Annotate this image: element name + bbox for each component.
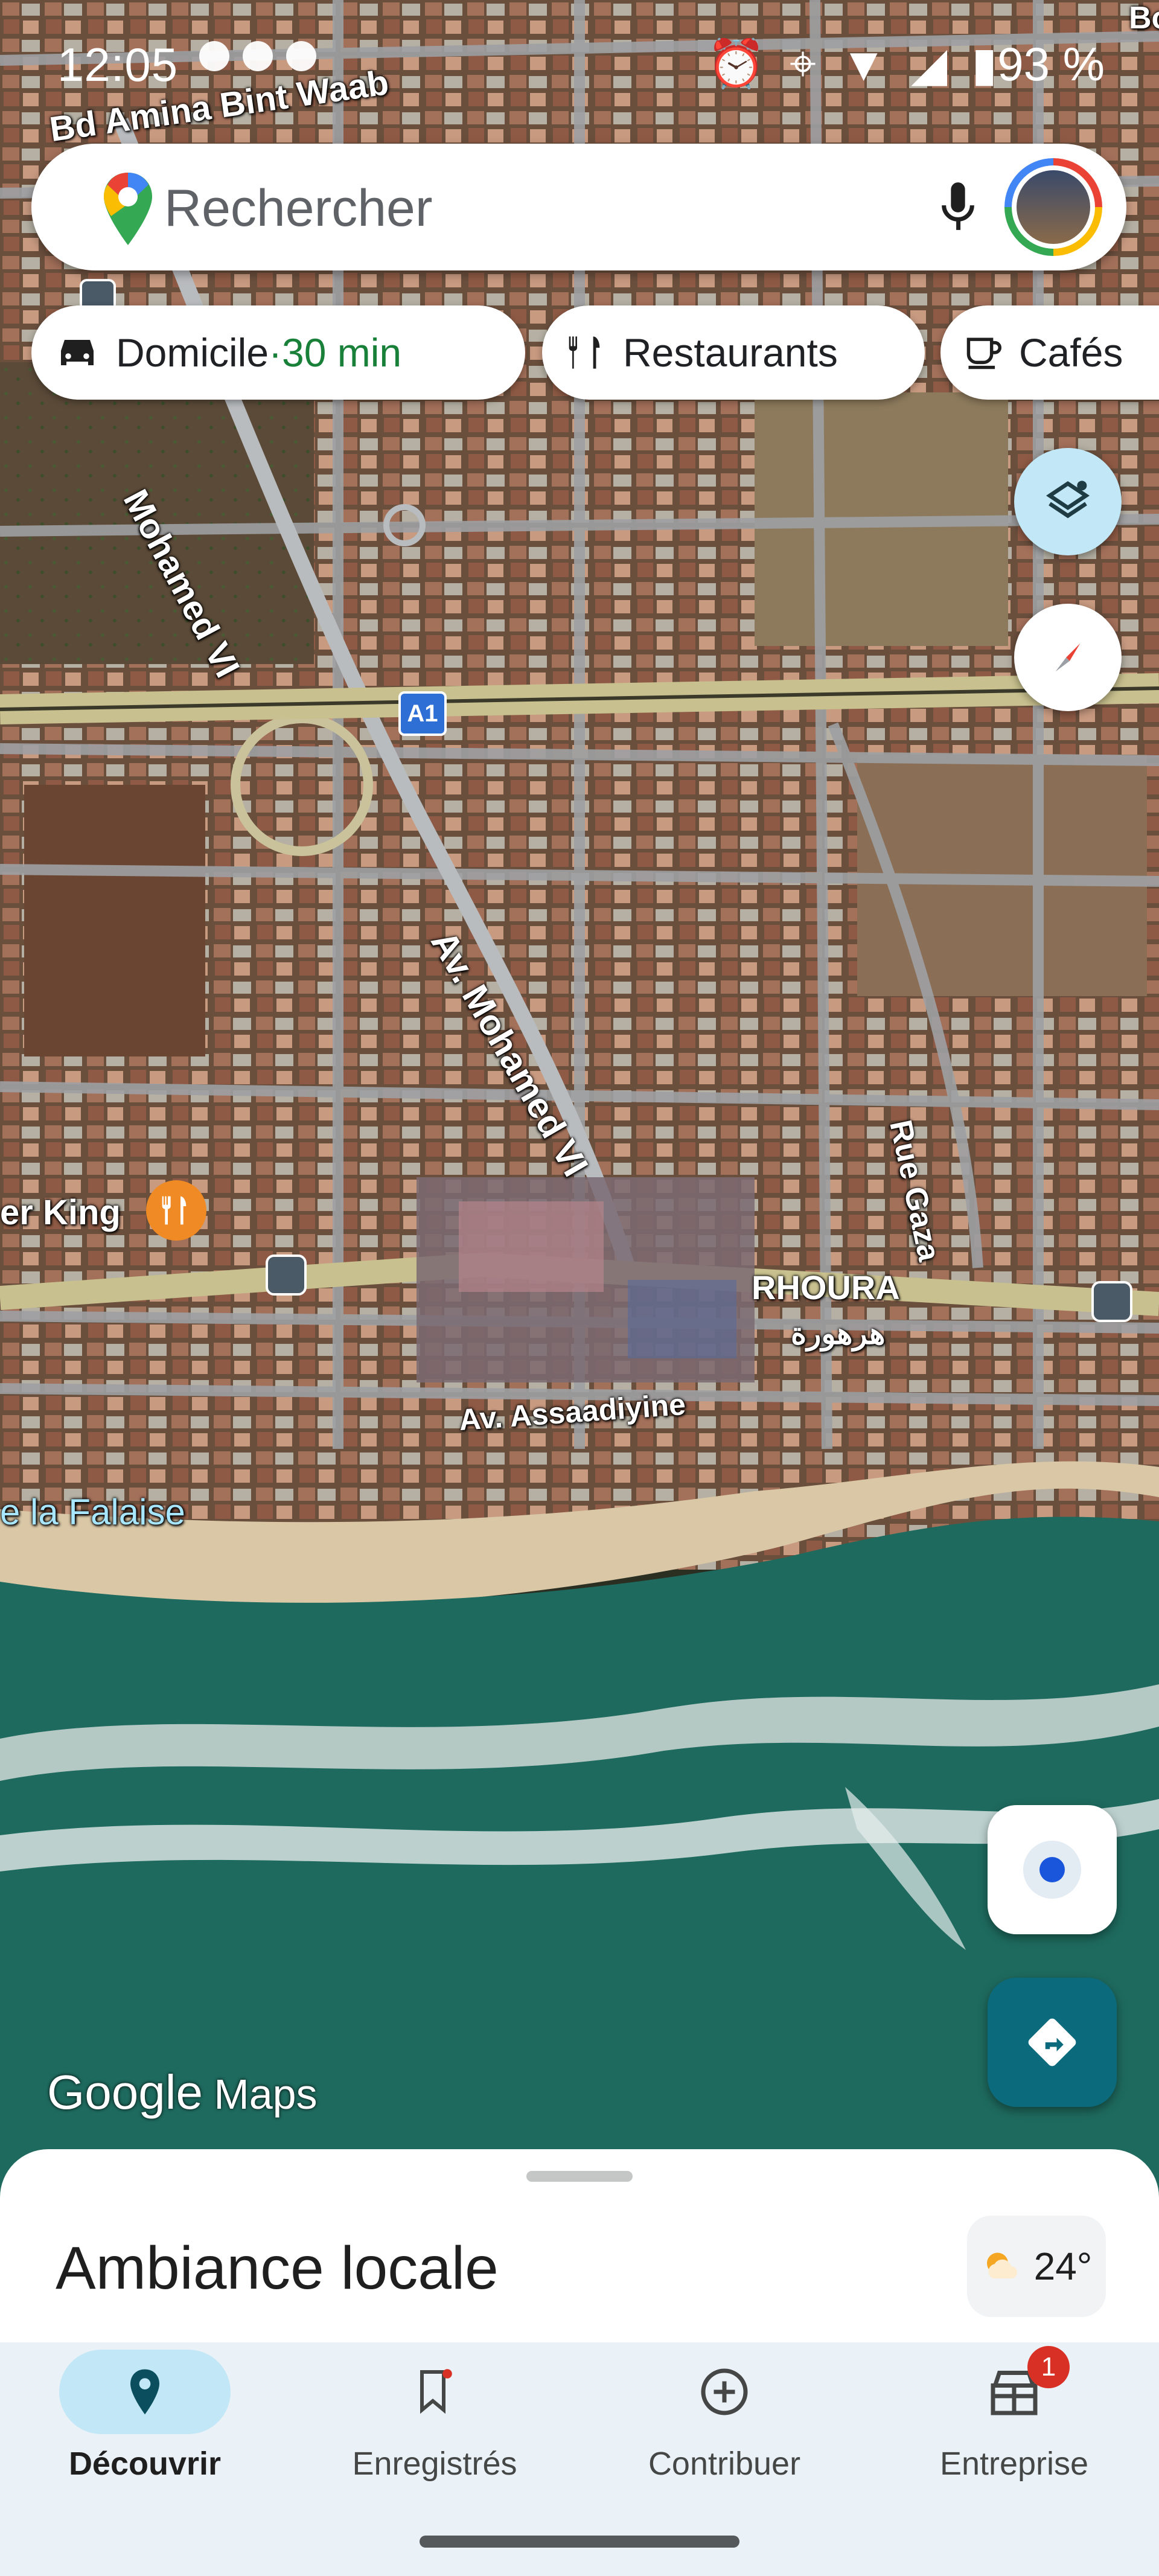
maps-logo-icon: [104, 173, 152, 245]
location-pin-icon: [130, 2369, 159, 2415]
signal-icon: ◢: [911, 37, 948, 91]
battery-label: ▮93 %: [971, 37, 1105, 91]
microphone-icon[interactable]: [937, 180, 979, 234]
alarm-icon: ⏰: [707, 37, 766, 90]
status-right: ⏰ ⌖ ▼ ◢ ▮93 %: [707, 36, 1105, 92]
district-label-arabic: هرهورة: [791, 1317, 886, 1350]
search-input[interactable]: Rechercher: [164, 179, 433, 238]
temperature-label: 24°: [1033, 2245, 1093, 2288]
chip-cafes-label: Cafés: [1019, 330, 1123, 375]
nav-contribute-icon-wrap: [639, 2350, 810, 2434]
bookmark-icon: [420, 2369, 452, 2414]
restaurant-pin-icon[interactable]: [146, 1180, 206, 1241]
partly-sunny-icon: [986, 2252, 1017, 2278]
car-icon: [61, 340, 94, 365]
restaurant-icon: [569, 336, 600, 369]
chip-home-eta: 30 min: [282, 330, 402, 375]
nav-business[interactable]: 1 Entreprise: [869, 2342, 1159, 2523]
nav-explore-active-indicator: [59, 2350, 231, 2434]
notification-icon: [286, 41, 316, 71]
place-label: e la Falaise: [0, 1492, 185, 1532]
messenger-icon: [199, 41, 229, 71]
my-location-icon: [1023, 1841, 1081, 1899]
location-icon: ⌖: [790, 37, 817, 90]
compass-button[interactable]: [1014, 604, 1122, 711]
chip-separator: ·: [269, 330, 283, 375]
chip-restaurants-label: Restaurants: [623, 330, 838, 375]
highway-shield: A1: [398, 691, 447, 736]
messenger-icon: [243, 41, 273, 71]
weather-chip[interactable]: 24°: [967, 2216, 1106, 2317]
nav-business-label: Entreprise: [939, 2446, 1089, 2482]
layers-icon: [1046, 481, 1090, 519]
directions-button[interactable]: [988, 1978, 1117, 2107]
directions-icon: [1028, 2018, 1076, 2066]
chip-cafes[interactable]: Cafés: [940, 305, 1159, 400]
google-maps-logo: Google Maps: [47, 2065, 318, 2119]
add-circle-icon: [701, 2368, 748, 2415]
search-bar[interactable]: Rechercher: [31, 144, 1126, 270]
nav-business-icon-wrap: 1: [928, 2346, 1100, 2434]
nav-explore-label: Découvrir: [68, 2446, 222, 2482]
notification-icons: [199, 41, 316, 71]
avatar[interactable]: [1004, 158, 1102, 256]
wifi-icon: ▼: [840, 37, 887, 91]
district-label: RHOURA: [752, 1268, 900, 1306]
notification-badge: 1: [1027, 2346, 1070, 2388]
place-label[interactable]: er King: [0, 1192, 121, 1233]
layers-button[interactable]: [1014, 448, 1122, 555]
chip-home[interactable]: Domicile · 30 min: [31, 305, 525, 400]
gesture-bar[interactable]: [420, 2536, 739, 2548]
chip-restaurants[interactable]: Restaurants: [542, 305, 925, 400]
my-location-button[interactable]: [988, 1805, 1117, 1934]
sheet-title: Ambiance locale: [56, 2234, 499, 2302]
nav-contribute[interactable]: Contribuer: [580, 2342, 869, 2523]
compass-icon: [1055, 643, 1081, 672]
cafe-icon: [966, 337, 1001, 369]
nav-saved-icon-wrap: [349, 2350, 520, 2434]
nav-contribute-label: Contribuer: [648, 2446, 801, 2482]
nav-explore[interactable]: Découvrir: [0, 2342, 290, 2523]
battery-icon: ▮: [971, 37, 998, 91]
bus-stop-icon[interactable]: [266, 1254, 307, 1296]
bus-stop-icon[interactable]: [1091, 1281, 1132, 1322]
nav-saved[interactable]: Enregistrés: [290, 2342, 580, 2523]
chip-home-label: Domicile: [116, 330, 269, 375]
nav-saved-label: Enregistrés: [352, 2446, 517, 2482]
sheet-drag-handle[interactable]: [526, 2171, 633, 2182]
street-label: Bo: [1129, 1, 1159, 36]
status-time: 12:05: [57, 38, 179, 91]
